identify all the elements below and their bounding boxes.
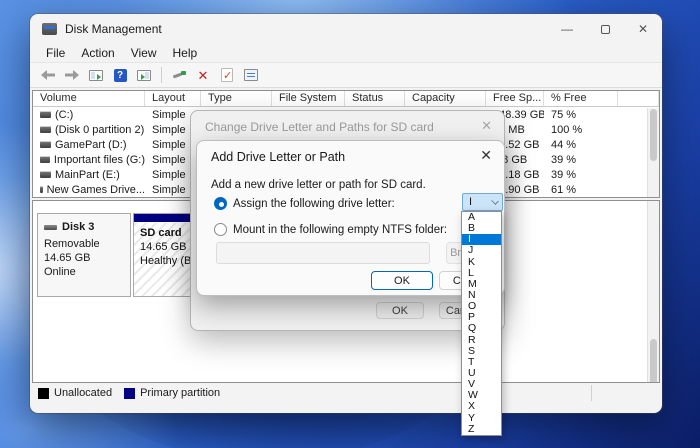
cell-pct: 100 % [551,123,583,136]
primary-partition-swatch [124,387,136,399]
disk-status: Online [44,266,76,278]
col-volume[interactable]: Volume [33,91,145,106]
tool-icon[interactable] [169,65,189,85]
ok-button[interactable]: OK [371,271,433,290]
chevron-down-icon [491,197,499,205]
dialog-description: Add a new drive letter or path for SD ca… [211,179,426,191]
radio-assign-drive-letter[interactable] [214,197,227,210]
disk-management-icon [42,23,57,35]
maximize-icon [600,24,610,34]
menu-bar: File Action View Help [30,44,662,62]
delete-volume-icon[interactable]: ✕ [193,65,213,85]
toolbar-separator [161,67,162,83]
volume-name: MainPart (E:) [55,168,120,181]
col-free-space[interactable]: Free Sp... [486,91,544,106]
volume-icon [40,156,50,163]
titlebar[interactable]: Disk Management — ✕ [30,14,662,44]
toolbar: ? ✕ ✓ [30,62,662,88]
legend-bar: Unallocated Primary partition [32,383,660,411]
volume-name: (C:) [55,108,74,121]
drive-letter-combobox[interactable]: I [462,193,503,211]
action-pane-icon [137,69,151,81]
ok-button[interactable]: OK [376,302,424,319]
volume-name: (Disk 0 partition 2) [55,123,145,136]
menu-file[interactable]: File [38,46,73,60]
show-action-pane-icon[interactable] [134,65,154,85]
volume-list-header: Volume Layout Type File System Status Ca… [33,91,659,107]
legend-unallocated: Unallocated [38,387,112,399]
close-button[interactable]: ✕ [624,14,662,44]
cell-pct: 61 % [551,183,577,196]
col-type[interactable]: Type [201,91,272,106]
dropdown-option[interactable]: Z [462,423,501,435]
dropdown-option[interactable]: Q [462,323,501,334]
disk-icon [44,224,57,230]
forward-icon[interactable] [62,65,82,85]
col-pct-free[interactable]: % Free [544,91,618,106]
volume-list-scrollbar[interactable] [647,108,659,197]
legend-label: Primary partition [140,387,221,399]
dropdown-option[interactable]: X [462,401,501,412]
console-tree-icon [89,69,103,81]
col-file-system[interactable]: File System [272,91,345,106]
maximize-button[interactable] [586,14,624,44]
cell-pct: 44 % [551,138,577,151]
volume-icon [40,171,51,178]
col-filler [618,91,659,106]
radio-mount-folder[interactable] [214,223,227,236]
radio-assign-label[interactable]: Assign the following drive letter: [233,198,395,210]
volume-name: New Games Drive... [46,183,145,196]
cell-pct: 39 % [551,168,577,181]
help-icon[interactable]: ? [110,65,130,85]
dialog-title: Change Drive Letter and Paths for SD car… [205,120,434,134]
legend-divider [591,385,592,401]
minimize-button[interactable]: — [548,14,586,44]
disk-kind: Removable [44,238,100,250]
legend-label: Unallocated [54,387,113,399]
window-title: Disk Management [65,22,162,36]
volume-icon [40,111,51,118]
close-icon[interactable]: ✕ [481,118,492,134]
dialog-title: Add Drive Letter or Path [211,150,346,164]
scrollbar-thumb[interactable] [650,339,657,382]
dropdown-option[interactable]: Y [462,412,501,424]
volume-icon [40,126,51,133]
properties-icon[interactable] [241,65,261,85]
volume-icon [40,186,43,193]
col-layout[interactable]: Layout [145,91,201,106]
volume-name: GamePart (D:) [55,138,127,151]
back-icon[interactable] [38,65,58,85]
disk-size: 14.65 GB [44,252,91,264]
menu-view[interactable]: View [123,46,165,60]
volume-icon [40,141,51,148]
menu-help[interactable]: Help [165,46,206,60]
check-sheet-icon[interactable]: ✓ [217,65,237,85]
legend-primary-partition: Primary partition [124,387,220,399]
volume-name: Important files (G:) [53,153,145,166]
disk-label-panel[interactable]: Disk 3 Removable 14.65 GB Online [37,213,131,297]
disk-name: Disk 3 [62,221,95,233]
menu-action[interactable]: Action [73,46,122,60]
add-drive-letter-dialog: Add Drive Letter or Path ✕ Add a new dri… [196,140,505,296]
close-icon[interactable]: ✕ [480,147,492,164]
col-status[interactable]: Status [345,91,405,106]
drive-letter-dropdown-list: A B I J K L M N O P Q R S T U V W X Y Z [461,211,502,436]
graphical-view-scrollbar[interactable] [647,201,659,382]
show-console-tree-icon[interactable] [86,65,106,85]
combobox-value: I [469,196,473,208]
cell-pct: 39 % [551,153,577,166]
col-capacity[interactable]: Capacity [405,91,486,106]
cell-pct: 75 % [551,108,577,121]
scrollbar-thumb[interactable] [650,109,657,161]
mount-folder-input[interactable] [216,242,430,264]
dropdown-option[interactable]: J [462,245,501,256]
unallocated-swatch [38,387,49,399]
radio-mount-label[interactable]: Mount in the following empty NTFS folder… [233,224,447,236]
